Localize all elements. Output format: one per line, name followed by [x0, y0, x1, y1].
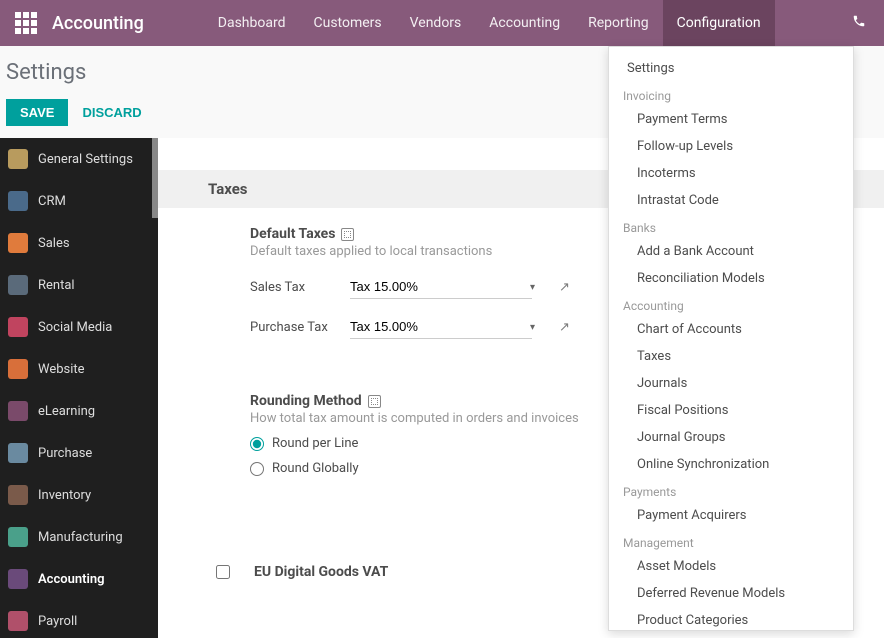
dropdown-item-payment-acquirers[interactable]: Payment Acquirers	[609, 502, 853, 529]
save-button[interactable]: SAVE	[6, 99, 68, 126]
dropdown-item-add-a-bank-account[interactable]: Add a Bank Account	[609, 238, 853, 265]
dropdown-item-chart-of-accounts[interactable]: Chart of Accounts	[609, 316, 853, 343]
round-per-line-radio[interactable]	[250, 437, 264, 451]
dropdown-header-management: Management	[609, 529, 853, 553]
app-title: Accounting	[52, 13, 144, 34]
apps-grid-icon[interactable]	[12, 9, 40, 37]
sidebar-item-label: General Settings	[38, 152, 133, 167]
module-icon	[8, 191, 28, 211]
sidebar-item-general-settings[interactable]: General Settings	[0, 138, 158, 180]
default-taxes-heading-text: Default Taxes	[250, 226, 335, 242]
module-icon	[8, 485, 28, 505]
nav-item-reporting[interactable]: Reporting	[574, 0, 663, 46]
module-icon	[8, 611, 28, 631]
dropdown-item-asset-models[interactable]: Asset Models	[609, 553, 853, 580]
dropdown-item-journal-groups[interactable]: Journal Groups	[609, 424, 853, 451]
module-icon	[8, 233, 28, 253]
module-icon	[8, 443, 28, 463]
dropdown-header-payments: Payments	[609, 478, 853, 502]
round-per-line-label: Round per Line	[272, 436, 358, 451]
module-icon	[8, 149, 28, 169]
purchase-tax-label: Purchase Tax	[250, 320, 338, 335]
nav-item-accounting[interactable]: Accounting	[475, 0, 574, 46]
sidebar-item-label: Sales	[38, 236, 70, 251]
sidebar-item-label: Accounting	[38, 572, 105, 587]
sidebar-item-label: Website	[38, 362, 85, 377]
nav-item-configuration[interactable]: Configuration	[663, 0, 775, 46]
purchase-tax-select[interactable]	[350, 315, 532, 339]
sidebar-item-payroll[interactable]: Payroll	[0, 600, 158, 638]
module-icon	[8, 401, 28, 421]
sidebar-item-purchase[interactable]: Purchase	[0, 432, 158, 474]
dropdown-item-product-categories[interactable]: Product Categories	[609, 607, 853, 631]
dropdown-item-fiscal-positions[interactable]: Fiscal Positions	[609, 397, 853, 424]
round-globally-label: Round Globally	[272, 461, 359, 476]
module-icon	[8, 317, 28, 337]
sidebar-item-label: Inventory	[38, 488, 91, 503]
nav-item-dashboard[interactable]: Dashboard	[204, 0, 300, 46]
dropdown-item-taxes[interactable]: Taxes	[609, 343, 853, 370]
sidebar-item-label: Payroll	[38, 614, 77, 629]
settings-sidebar: General Settings CRM Sales Rental Social Med…	[0, 138, 158, 638]
module-icon	[8, 569, 28, 589]
sidebar-item-website[interactable]: Website	[0, 348, 158, 390]
sales-tax-select[interactable]	[350, 275, 532, 299]
configuration-dropdown: SettingsInvoicingPayment TermsFollow-up …	[608, 46, 854, 631]
sidebar-item-inventory[interactable]: Inventory	[0, 474, 158, 516]
sidebar-item-label: CRM	[38, 194, 66, 209]
building-icon[interactable]	[368, 395, 381, 408]
sidebar-item-label: Social Media	[38, 320, 112, 335]
discard-button[interactable]: DISCARD	[82, 105, 141, 120]
dropdown-header-banks: Banks	[609, 214, 853, 238]
nav-item-vendors[interactable]: Vendors	[396, 0, 476, 46]
top-nav: DashboardCustomersVendorsAccountingRepor…	[204, 0, 775, 46]
sidebar-item-social-media[interactable]: Social Media	[0, 306, 158, 348]
dropdown-item-reconciliation-models[interactable]: Reconciliation Models	[609, 265, 853, 292]
dropdown-header-accounting: Accounting	[609, 292, 853, 316]
building-icon[interactable]	[341, 228, 354, 241]
module-icon	[8, 275, 28, 295]
sales-tax-label: Sales Tax	[250, 280, 338, 295]
module-icon	[8, 359, 28, 379]
eu-vat-checkbox[interactable]	[216, 565, 230, 579]
module-icon	[8, 527, 28, 547]
external-link-icon[interactable]: ↗	[559, 280, 570, 295]
dropdown-item-intrastat-code[interactable]: Intrastat Code	[609, 187, 853, 214]
sidebar-item-sales[interactable]: Sales	[0, 222, 158, 264]
external-link-icon[interactable]: ↗	[559, 320, 570, 335]
sidebar-item-manufacturing[interactable]: Manufacturing	[0, 516, 158, 558]
eu-vat-heading: EU Digital Goods VAT	[254, 564, 388, 580]
sidebar-item-elearning[interactable]: eLearning	[0, 390, 158, 432]
dropdown-item-journals[interactable]: Journals	[609, 370, 853, 397]
sidebar-item-label: Manufacturing	[38, 530, 123, 545]
dropdown-item-deferred-revenue-models[interactable]: Deferred Revenue Models	[609, 580, 853, 607]
rounding-heading-text: Rounding Method	[250, 393, 362, 409]
sidebar-item-label: eLearning	[38, 404, 95, 419]
nav-item-customers[interactable]: Customers	[300, 0, 396, 46]
sidebar-item-rental[interactable]: Rental	[0, 264, 158, 306]
dropdown-item-incoterms[interactable]: Incoterms	[609, 160, 853, 187]
dropdown-item-follow-up-levels[interactable]: Follow-up Levels	[609, 133, 853, 160]
sidebar-item-label: Purchase	[38, 446, 92, 461]
topbar: Accounting DashboardCustomersVendorsAcco…	[0, 0, 884, 46]
dropdown-item-settings[interactable]: Settings	[609, 55, 853, 82]
sidebar-item-accounting[interactable]: Accounting	[0, 558, 158, 600]
sidebar-item-crm[interactable]: CRM	[0, 180, 158, 222]
round-globally-radio[interactable]	[250, 462, 264, 476]
dropdown-item-payment-terms[interactable]: Payment Terms	[609, 106, 853, 133]
sidebar-item-label: Rental	[38, 278, 75, 293]
dropdown-header-invoicing: Invoicing	[609, 82, 853, 106]
phone-icon[interactable]	[852, 14, 866, 32]
dropdown-item-online-synchronization[interactable]: Online Synchronization	[609, 451, 853, 478]
